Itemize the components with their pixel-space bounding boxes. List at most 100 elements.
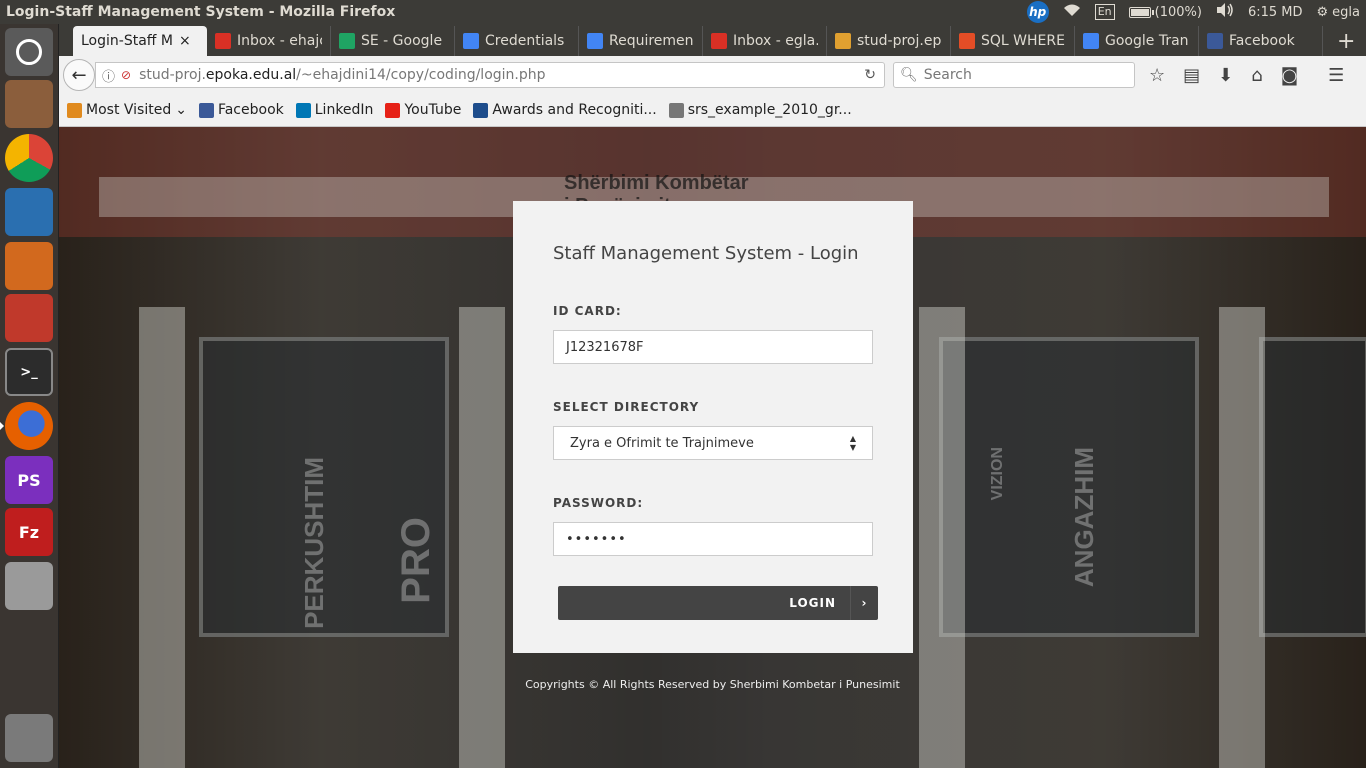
gear-icon: ⚙ [1316,4,1329,20]
login-button[interactable]: LOGIN › [558,586,878,620]
login-title: Staff Management System - Login [553,243,859,264]
tab-favicon-icon [587,33,603,49]
ubuntu-dash-icon[interactable] [5,28,53,76]
system-settings-icon[interactable] [5,294,53,342]
bookmark-favicon-icon [67,102,82,118]
id-card-label: ID CARD: [553,304,622,318]
volume-icon[interactable] [1216,3,1234,21]
tab-label: Google Tran [1105,33,1189,49]
indicator-area: hp En (100%) 6:15 MD ⚙ egla [1026,1,1366,23]
filezilla-icon[interactable]: Fz [5,508,53,556]
battery-indicator[interactable]: (100%) [1128,4,1202,20]
user-name: egla [1332,4,1360,20]
bookmark-label: Facebook [217,102,284,118]
chrome-icon[interactable] [5,134,53,182]
tab-label: stud-proj.ep [857,33,942,49]
plus-icon: + [1337,28,1356,54]
hp-icon[interactable]: hp [1026,1,1049,23]
dropdown-arrow-icon: ▲ ▼ [849,434,856,452]
phpstorm-icon[interactable]: PS [5,456,53,504]
tab-favicon-icon [711,33,727,49]
arrow-left-icon: ← [71,64,87,86]
reading-list-icon[interactable]: ▤ [1183,65,1200,86]
password-label: PASSWORD: [553,496,644,510]
tab-label: Credentials [485,33,565,49]
tab-label: SE - Google D [361,33,446,49]
window-title: Login-Staff Management System - Mozilla … [6,4,396,20]
firefox-icon[interactable] [5,402,53,450]
info-icon[interactable]: ⓘ [102,66,115,85]
back-button[interactable]: ← [63,59,95,91]
bookmark-item[interactable]: Awards and Recogniti... [473,102,657,118]
terminal-icon[interactable]: >_ [5,348,53,396]
url-path: /~ehajdini14/copy/coding/login.php [296,67,546,83]
tab-label: Login-Staff M [81,33,173,49]
chevron-down-icon: ⌄ [175,102,187,118]
new-tab-button[interactable]: + [1323,26,1363,56]
bookmark-favicon-icon [473,102,489,118]
insecure-icon: ⊘ [121,68,132,82]
bookmark-label: YouTube [404,102,462,118]
tab-label: SQL WHERE [981,33,1065,49]
bookmark-item[interactable]: Most Visited ⌄ [67,102,187,118]
tab[interactable]: SE - Google D [331,26,455,56]
disk-icon[interactable] [5,562,53,610]
tab-label: Inbox - ehajc [237,33,322,49]
battery-icon [1128,6,1154,18]
tab-favicon-icon [1083,33,1099,49]
id-card-input[interactable]: J12321678F [553,330,873,364]
reload-icon[interactable]: ↻ [864,67,876,83]
directory-select[interactable]: Zyra e Ofrimit te Trajnimeve ▲ ▼ [553,426,873,460]
tab[interactable]: Requiremen [579,26,703,56]
tab[interactable]: Facebook [1199,26,1323,56]
home-icon[interactable]: ⌂ [1251,65,1262,86]
tab-active[interactable]: Login-Staff M × [73,26,207,56]
close-tab-icon[interactable]: × [179,33,191,49]
tab-favicon-icon [463,33,479,49]
search-box[interactable]: 🔍︎ Search [893,62,1135,88]
url-domain: epoka.edu.al [205,67,297,83]
footer-copyright: Copyrights © All Rights Reserved by Sher… [525,678,900,691]
trash-icon[interactable] [5,714,53,762]
search-placeholder: Search [923,67,972,83]
wifi-icon[interactable] [1063,3,1081,21]
user-menu[interactable]: ⚙ egla [1317,5,1360,20]
tab[interactable]: Inbox - ehajc [207,26,331,56]
tab-favicon-icon [835,33,851,49]
tab[interactable]: SQL WHERE [951,26,1075,56]
libreoffice-impress-icon[interactable] [5,242,53,290]
bookmark-item[interactable]: LinkedIn [295,102,374,118]
tab[interactable]: Google Tran [1075,26,1199,56]
libreoffice-writer-icon[interactable] [5,188,53,236]
url-prefix: stud-proj. [139,67,206,83]
password-input[interactable]: ••••••• [553,522,873,556]
clock[interactable]: 6:15 MD [1248,5,1303,20]
url-bar[interactable]: ⓘ ⊘ stud-proj. epoka.edu.al/~ehajdini14/c… [95,62,885,88]
bookmarks-bar: Most Visited ⌄ Facebook LinkedIn YouTube Awar… [59,94,1366,127]
tab[interactable]: stud-proj.ep [827,26,951,56]
tab[interactable]: Inbox - egla. [703,26,827,56]
bookmark-favicon-icon [385,102,401,118]
battery-fill [1130,8,1149,16]
bookmark-label: LinkedIn [314,102,374,118]
top-panel: Login-Staff Management System - Mozilla … [0,0,1366,24]
battery-percent: (100%) [1154,4,1202,20]
login-button-label: LOGIN [789,596,836,610]
directory-selected-value: Zyra e Ofrimit te Trajnimeve [570,435,754,451]
bookmark-item[interactable]: Facebook [198,102,284,118]
directory-label: SELECT DIRECTORY [553,400,700,414]
download-icon[interactable]: ⬇ [1218,65,1233,86]
bookmark-favicon-icon [295,102,311,118]
bookmark-item[interactable]: srs_example_2010_gr... [668,102,852,118]
pocket-icon[interactable]: ◙ [1281,65,1298,86]
tab[interactable]: Credentials [455,26,579,56]
bookmark-item[interactable]: YouTube [385,102,461,118]
bookmark-label: Awards and Recogniti... [492,102,657,118]
page-content: Shërbimi Kombëtar i Punësimit PERKUSHTIM… [59,127,1366,768]
files-icon[interactable] [5,80,53,128]
tab-label: Inbox - egla. [733,33,818,49]
bookmark-star-icon[interactable]: ☆ [1149,65,1165,86]
menu-icon[interactable]: ☰ [1328,65,1344,86]
launcher: >_ PS Fz [0,24,59,768]
keyboard-indicator[interactable]: En [1094,4,1115,20]
